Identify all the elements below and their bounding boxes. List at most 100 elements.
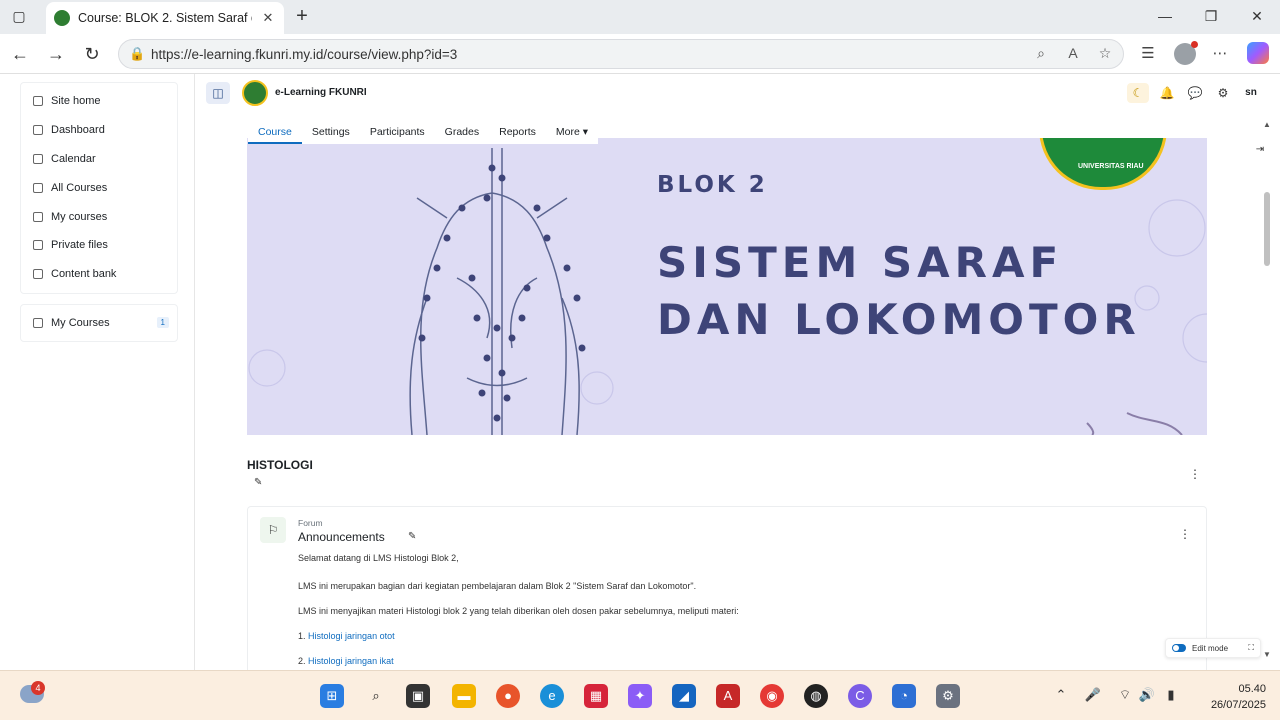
scroll-up-icon[interactable]: ▲ (1262, 120, 1272, 129)
toggle-switch[interactable] (1172, 644, 1186, 652)
section-title[interactable]: HISTOLOGI (247, 458, 313, 472)
chrome-icon[interactable]: ◉ (760, 684, 784, 708)
nav-menu: Site home Dashboard Calendar All Courses… (20, 82, 178, 294)
obs-icon[interactable]: ◍ (804, 684, 828, 708)
battery-icon[interactable]: ▮ (1162, 687, 1180, 703)
favorite-star-icon[interactable]: ☆ (1095, 45, 1115, 62)
profile-avatar[interactable] (1174, 41, 1198, 65)
copilot-icon[interactable] (1247, 42, 1269, 64)
volume-icon[interactable]: 🔊 (1138, 687, 1156, 703)
list-number: 2. (298, 656, 306, 666)
sidebar-item-content-bank[interactable]: Content bank (21, 260, 177, 289)
microphone-icon[interactable]: 🎤 (1084, 687, 1102, 703)
section-menu-icon[interactable]: ⋮ (1189, 467, 1201, 481)
sidebar-item-calendar[interactable]: Calendar (21, 145, 177, 174)
sidebar-item-private-files[interactable]: Private files (21, 231, 177, 260)
canva-icon[interactable]: C (848, 684, 872, 708)
edit-section-icon[interactable]: ✎ (254, 477, 262, 488)
materi-link[interactable]: Histologi jaringan otot (308, 631, 395, 641)
my-courses-block: My Courses 1 (20, 303, 178, 343)
favorites-icon[interactable]: ☰ (1136, 42, 1160, 66)
clock-time: 05.40 (1238, 683, 1266, 695)
app-blue-icon[interactable]: ◢ (672, 684, 696, 708)
sidebar-item-label: My courses (51, 210, 108, 223)
address-bar[interactable]: 🔒 https://e-learning.fkunri.my.id/course… (118, 39, 1124, 69)
notifications-bell-icon[interactable]: 🔔 (1156, 83, 1178, 103)
course-count-badge: 1 (156, 317, 169, 329)
tab-participants[interactable]: Participants (360, 120, 435, 144)
read-aloud-icon[interactable]: A (1063, 45, 1083, 61)
edge-icon[interactable]: e (540, 684, 564, 708)
edit-mode-toggle[interactable]: Edit mode ⛶ (1165, 638, 1261, 658)
more-options-icon[interactable]: ⋯ (1208, 42, 1232, 66)
user-avatar[interactable]: sn (1240, 83, 1262, 103)
site-logo[interactable] (242, 80, 268, 106)
site-brand[interactable]: e-Learning FKUNRI (275, 87, 367, 98)
materi-link[interactable]: Histologi jaringan ikat (308, 656, 394, 666)
lock-icon[interactable]: 🔒 (129, 46, 145, 62)
edit-title-icon[interactable]: ✎ (408, 531, 416, 542)
sidebar-divider (194, 74, 195, 670)
wifi-icon[interactable]: ⌔ (1116, 687, 1134, 703)
task-view-icon[interactable]: ▣ (406, 684, 430, 708)
tab-course[interactable]: Course (248, 120, 302, 144)
app-red-icon[interactable]: ▦ (584, 684, 608, 708)
description-line: LMS ini menyajikan materi Histologi blok… (298, 606, 739, 616)
description-line: LMS ini merupakan bagian dari kegiatan p… (298, 581, 697, 591)
site-favicon-icon (54, 10, 70, 26)
refresh-button[interactable]: ↻ (80, 42, 104, 66)
description-line: Selamat datang di LMS Histologi Blok 2, (298, 553, 459, 563)
sidebar-item-site-home[interactable]: Site home (21, 87, 177, 116)
forward-button[interactable]: → (44, 42, 68, 66)
course-drawer: Site home Dashboard Calendar All Courses… (20, 82, 178, 352)
sidebar-item-dashboard[interactable]: Dashboard (21, 116, 177, 145)
snipping-icon[interactable]: ◔ (892, 684, 916, 708)
windows-taskbar: 4 ⊞ ⌕ ▣ ▬ ● e ▦ ✦ ◢ A ◉ ◍ C ◔ ⚙ ⌃ 🎤 ⌔ 🔊 … (0, 670, 1280, 720)
tray-chevron-icon[interactable]: ⌃ (1052, 687, 1070, 703)
zoom-icon[interactable]: ⌕ (1031, 45, 1051, 62)
activity-menu-icon[interactable]: ⋮ (1179, 527, 1191, 541)
sidebar-item-my-courses[interactable]: My courses (21, 202, 177, 231)
dashboard-icon (33, 125, 43, 136)
minimize-button[interactable]: — (1150, 4, 1180, 28)
sidebar-item-all-courses[interactable]: All Courses (21, 173, 177, 202)
tab-close-icon[interactable]: ✕ (260, 10, 276, 26)
tab-actions-icon[interactable]: ▢ (10, 8, 28, 26)
browser-tab-active[interactable]: Course: BLOK 2. Sistem Saraf dan ✕ (46, 2, 284, 34)
scroll-thumb[interactable] (1264, 192, 1270, 266)
settings-gear-icon[interactable]: ⚙ (1212, 83, 1234, 103)
file-explorer-icon[interactable]: ▬ (452, 684, 476, 708)
file-icon (33, 240, 43, 251)
notification-badge: 4 (31, 681, 45, 695)
copilot-app-icon[interactable]: ✦ (628, 684, 652, 708)
site-navbar: ◫ e-Learning FKUNRI ☾ 🔔 💬 ⚙ sn (195, 74, 1280, 112)
close-window-button[interactable]: ✕ (1242, 4, 1272, 28)
tab-settings[interactable]: Settings (302, 120, 360, 144)
start-button-icon[interactable]: ⊞ (320, 684, 344, 708)
fullscreen-icon[interactable]: ⛶ (1248, 643, 1254, 653)
seal-text: UNIVERSITAS RIAU (1078, 163, 1144, 170)
search-icon[interactable]: ⌕ (364, 684, 388, 708)
activity-name-link[interactable]: Announcements (298, 530, 385, 544)
acrobat-icon[interactable]: A (716, 684, 740, 708)
tab-grades[interactable]: Grades (435, 120, 489, 144)
firefox-icon[interactable]: ● (496, 684, 520, 708)
new-tab-button[interactable]: + (290, 4, 314, 28)
back-button[interactable]: ← (8, 42, 32, 66)
sidebar-item-label: Private files (51, 239, 108, 252)
scroll-down-icon[interactable]: ▼ (1262, 650, 1272, 659)
clock[interactable]: 05.40 26/07/2025 (1200, 681, 1266, 713)
dark-mode-icon[interactable]: ☾ (1127, 83, 1149, 103)
folder-icon (33, 211, 43, 222)
edit-mode-label: Edit mode (1192, 643, 1229, 653)
tab-reports[interactable]: Reports (489, 120, 546, 144)
page-scrollbar[interactable]: ▲ ▼ (1262, 120, 1272, 668)
restore-button[interactable]: ❐ (1196, 4, 1226, 28)
tab-more[interactable]: More ▾ (546, 120, 598, 144)
settings-app-icon[interactable]: ⚙ (936, 684, 960, 708)
sidebar-item-my-courses-block[interactable]: My Courses 1 (21, 309, 177, 338)
url-text[interactable]: https://e-learning.fkunri.my.id/course/v… (151, 47, 457, 62)
page-content: Site home Dashboard Calendar All Courses… (0, 74, 1280, 676)
messages-icon[interactable]: 💬 (1184, 83, 1206, 103)
drawer-toggle-button[interactable]: ◫ (206, 82, 230, 104)
